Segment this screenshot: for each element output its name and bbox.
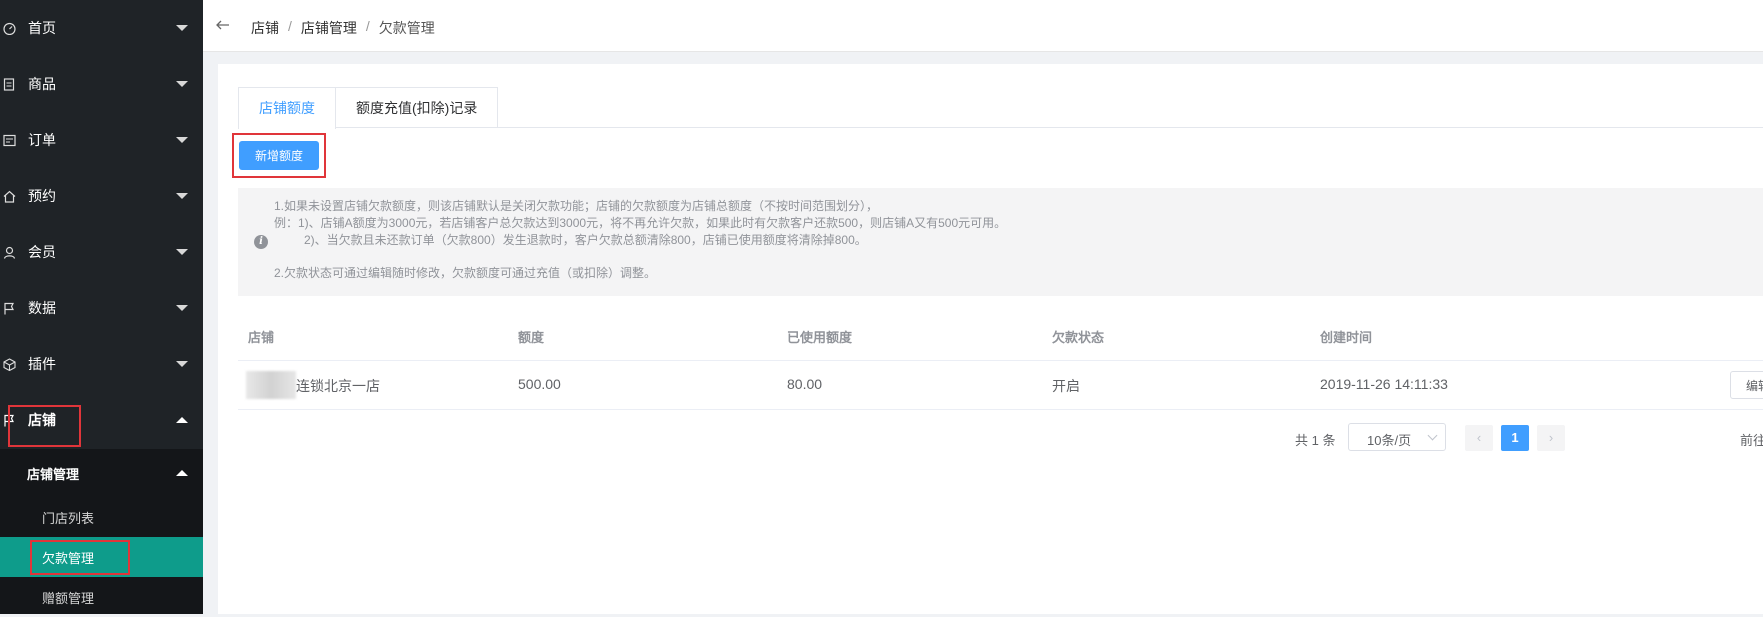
column-header-shop: 店铺 <box>248 330 275 345</box>
sidebar: 首页 商品 订单 预约 会员 数据 插件 店铺 店铺管理 门店列表 欠款管理 赠… <box>0 0 203 614</box>
prev-page-button[interactable]: ‹ <box>1465 425 1493 451</box>
notice-line: 2)、当欠款且未还款订单（欠款800）发生退款时，客户欠款总额清除800，店铺已… <box>304 233 867 247</box>
notice-panel: i 1.如果未设置店铺欠款额度，则该店铺默认是关闭欠款功能；店铺的欠款额度为店铺… <box>238 188 1763 296</box>
sidebar-item-label: 插件 <box>28 356 56 372</box>
chevron-down-icon <box>176 137 188 143</box>
next-page-button[interactable]: › <box>1537 425 1565 451</box>
submenu-title-label: 店铺管理 <box>27 466 80 482</box>
column-header-quota: 额度 <box>518 330 545 345</box>
chevron-down-icon <box>176 249 188 255</box>
breadcrumb-separator: / <box>288 18 292 34</box>
sidebar-item-products[interactable]: 商品 <box>0 56 203 112</box>
chevron-down-icon <box>176 305 188 311</box>
sidebar-item-label: 店铺 <box>28 412 56 428</box>
submenu-title-store-management[interactable]: 店铺管理 <box>0 449 203 497</box>
chevron-down-icon <box>176 193 188 199</box>
page-size-value: 10条/页 <box>1367 433 1412 448</box>
column-header-used: 已使用额度 <box>787 330 853 345</box>
sidebar-item-label: 预约 <box>28 188 56 204</box>
header: 店铺 / 店铺管理 / 欠款管理 <box>203 0 1763 52</box>
chevron-down-icon <box>176 81 188 87</box>
dashboard-icon <box>2 21 16 35</box>
cell-shop: 连锁北京一店 <box>296 378 380 394</box>
sidebar-item-booking[interactable]: 预约 <box>0 168 203 224</box>
sidebar-item-orders[interactable]: 订单 <box>0 112 203 168</box>
submenu-item-bonus-management[interactable]: 赠额管理 <box>0 577 203 617</box>
pagination-total: 共 1 条 <box>1295 433 1336 448</box>
breadcrumb-item[interactable]: 店铺管理 <box>301 18 357 38</box>
cell-used: 80.00 <box>787 376 823 392</box>
sidebar-item-home[interactable]: 首页 <box>0 0 203 56</box>
breadcrumb: 店铺 / 店铺管理 / 欠款管理 <box>251 18 435 38</box>
tabs: 店铺额度 额度充值(扣除)记录 <box>238 87 499 129</box>
sidebar-item-plugins[interactable]: 插件 <box>0 336 203 392</box>
cell-status: 开启 <box>1052 378 1080 394</box>
sidebar-item-data[interactable]: 数据 <box>0 280 203 336</box>
chevron-down-icon <box>176 25 188 31</box>
submenu: 店铺管理 门店列表 欠款管理 赠额管理 <box>0 449 203 614</box>
column-header-created: 创建时间 <box>1320 330 1373 345</box>
sidebar-item-label: 会员 <box>28 244 56 260</box>
back-arrow-icon[interactable] <box>215 17 231 33</box>
info-icon: i <box>254 235 268 249</box>
tab-recharge-records[interactable]: 额度充值(扣除)记录 <box>336 87 499 128</box>
sidebar-item-members[interactable]: 会员 <box>0 224 203 280</box>
breadcrumb-item[interactable]: 店铺 <box>251 18 279 38</box>
notice-line: 例：1)、店铺A额度为3000元，若店铺客户总欠款达到3000元，将不再允许欠款… <box>274 216 1007 230</box>
table-row: 连锁北京一店 500.00 80.00 开启 2019-11-26 14:11:… <box>238 361 1763 410</box>
notice-line: 1.如果未设置店铺欠款额度，则该店铺默认是关闭欠款功能；店铺的欠款额度为店铺总额… <box>274 199 879 213</box>
redacted-shop-prefix <box>246 371 296 399</box>
flag-icon <box>2 301 16 315</box>
order-icon <box>2 133 16 147</box>
column-header-status: 欠款状态 <box>1052 330 1105 345</box>
chevron-down-icon <box>1427 430 1438 441</box>
chevron-down-icon <box>176 361 188 367</box>
sidebar-item-store[interactable]: 店铺 <box>0 392 203 448</box>
sidebar-item-label: 首页 <box>28 20 56 36</box>
notice-line: 2.欠款状态可通过编辑随时修改，欠款额度可通过充值（或扣除）调整。 <box>274 266 657 280</box>
user-icon <box>2 245 16 259</box>
sidebar-item-label: 商品 <box>28 76 56 92</box>
pagination: 共 1 条 10条/页 ‹ 1 › 前往 <box>218 422 1763 452</box>
pagination-goto-label: 前往 <box>1740 433 1763 448</box>
submenu-item-label: 欠款管理 <box>42 550 95 566</box>
page-size-select[interactable]: 10条/页 <box>1348 423 1446 451</box>
add-quota-button[interactable]: 新增额度 <box>239 141 319 170</box>
submenu-item-debt-management[interactable]: 欠款管理 <box>0 537 203 577</box>
document-icon <box>2 77 16 91</box>
content-card: 店铺额度 额度充值(扣除)记录 新增额度 i 1.如果未设置店铺欠款额度，则该店… <box>218 64 1763 614</box>
breadcrumb-separator: / <box>365 18 370 34</box>
edit-button[interactable]: 编辑 <box>1730 371 1763 399</box>
page-number-button[interactable]: 1 <box>1501 425 1529 451</box>
cube-icon <box>2 357 16 371</box>
submenu-item-label: 赠额管理 <box>42 590 95 606</box>
flag-icon <box>2 413 16 427</box>
chevron-up-icon <box>176 417 188 423</box>
sidebar-item-label: 数据 <box>28 300 56 316</box>
tabs-divider <box>238 127 1763 128</box>
cell-quota: 500.00 <box>518 376 561 392</box>
cell-created: 2019-11-26 14:11:33 <box>1320 376 1448 392</box>
chevron-up-icon <box>176 470 188 476</box>
submenu-item-label: 门店列表 <box>42 510 95 526</box>
home-icon <box>2 189 16 203</box>
sidebar-item-label: 订单 <box>28 132 56 148</box>
breadcrumb-current: 欠款管理 <box>378 20 435 36</box>
submenu-item-store-list[interactable]: 门店列表 <box>0 497 203 537</box>
tab-store-quota[interactable]: 店铺额度 <box>238 87 336 129</box>
table-header: 店铺 额度 已使用额度 欠款状态 创建时间 <box>238 308 1763 361</box>
